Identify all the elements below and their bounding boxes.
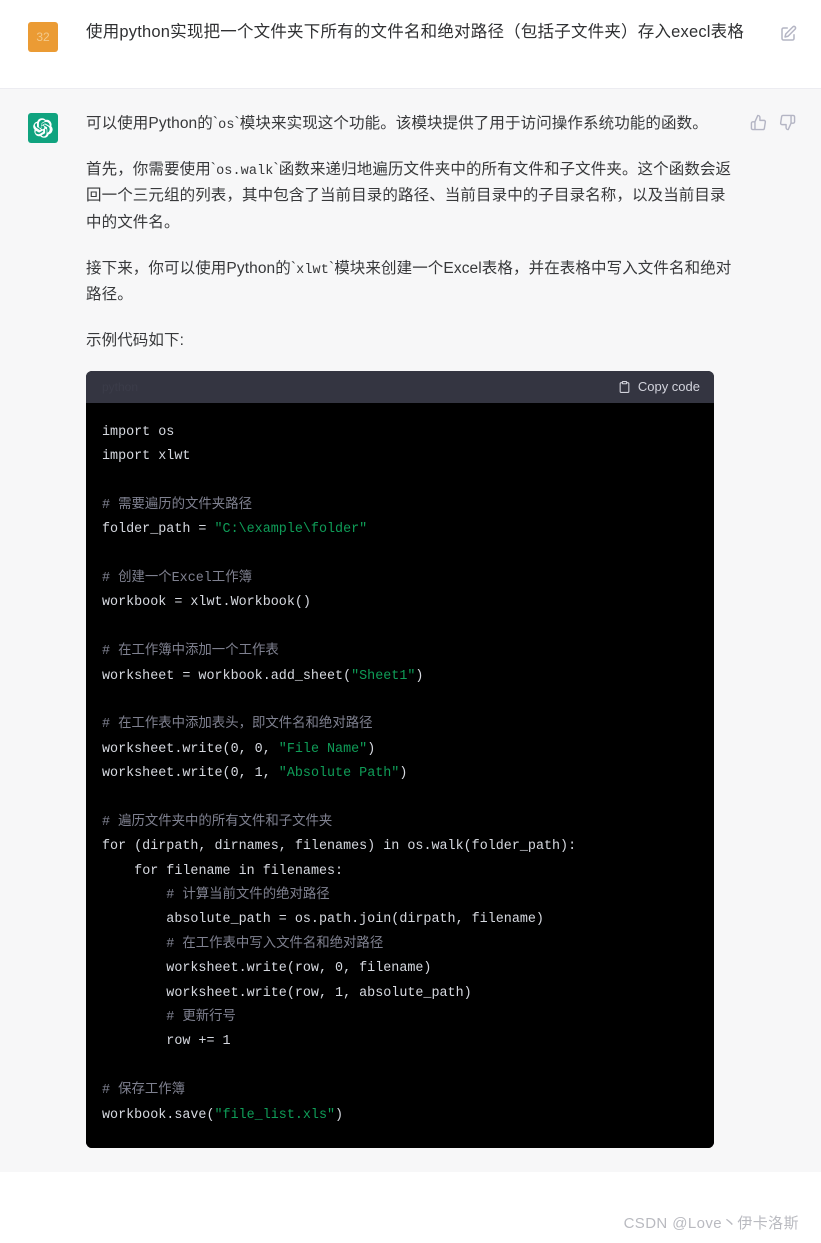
code-token: worksheet.write(0, 1, <box>102 766 279 782</box>
code-token: filenames: <box>254 863 344 879</box>
code-token: # 更新行号 <box>102 1009 236 1025</box>
code-block-header: python Copy code <box>86 370 714 403</box>
code-token: worksheet.write(row, 1, absolute_path) <box>102 985 472 1001</box>
code-token: worksheet = workbook.add_sheet( <box>102 668 352 684</box>
code-token: "File Name" <box>278 741 368 757</box>
assistant-message-row: 可以使用Python的`os`模块来实现这个功能。该模块提供了用于访问操作系统功… <box>0 88 821 1172</box>
code-token: folder_path = <box>102 522 215 538</box>
code-token: # 保存工作簿 <box>102 1083 186 1099</box>
assistant-paragraph: 示例代码如下: <box>86 331 185 349</box>
code-token: absolute_path = os.path.join(dirpath, fi… <box>102 912 544 928</box>
copy-code-label: Copy code <box>637 379 700 395</box>
csdn-watermark: CSDN @Love丶伊卡洛斯 <box>623 1215 799 1232</box>
thumbs-down-icon[interactable] <box>779 114 797 132</box>
assistant-message-actions <box>750 114 797 132</box>
assistant-message-body: 可以使用Python的`os`模块来实现这个功能。该模块提供了用于访问操作系统功… <box>86 111 736 1148</box>
code-token: workbook.save( <box>102 1107 215 1123</box>
code-token: (dirpath, dirnames, filenames) <box>126 839 384 855</box>
clipboard-icon <box>618 380 631 394</box>
code-token: xlwt <box>150 448 191 464</box>
code-token: workbook = xlwt.Workbook() <box>102 595 311 611</box>
code-token: # 遍历文件夹中的所有文件和子文件夹 <box>102 814 333 830</box>
user-message-actions <box>779 25 797 43</box>
code-token: # 计算当前文件的绝对路径 <box>102 888 330 904</box>
code-token: import <box>102 448 151 464</box>
code-token: worksheet.write(row, 0, filename) <box>102 961 432 977</box>
code-token: row += 1 <box>102 1034 231 1050</box>
assistant-paragraph: 接下来，你可以使用Python的`xlwt`模块来创建一个Excel表格，并在表… <box>86 259 732 304</box>
user-message-text: 使用python实现把一个文件夹下所有的文件名和绝对路径（包括子文件夹）存入ex… <box>86 23 745 41</box>
code-token: import <box>102 424 151 440</box>
code-token: os.walk(folder_path): <box>399 839 577 855</box>
code-token: "C:\example\folder" <box>214 522 368 538</box>
inline-code: xlwt <box>296 262 329 278</box>
code-token: for <box>102 839 127 855</box>
code-token: ) <box>399 766 408 782</box>
code-block-content: import os import xlwt # 需要遍历的文件夹路径 folde… <box>86 402 714 1148</box>
copy-code-button[interactable]: Copy code <box>618 379 700 394</box>
user-message-body: 使用python实现把一个文件夹下所有的文件名和绝对路径（包括子文件夹）存入ex… <box>86 20 765 45</box>
code-token: ) <box>415 668 424 684</box>
code-token: ) <box>367 741 376 757</box>
user-avatar-label: 32 <box>36 30 50 44</box>
code-token: # 在工作表中写入文件名和绝对路径 <box>102 936 384 952</box>
code-token: # 需要遍历的文件夹路径 <box>102 497 252 513</box>
thumbs-up-icon[interactable] <box>750 114 768 132</box>
inline-code: os.walk <box>216 163 274 179</box>
assistant-paragraph: 可以使用Python的`os`模块来实现这个功能。该模块提供了用于访问操作系统功… <box>86 115 708 133</box>
code-token: filename <box>158 863 239 879</box>
code-language-label: python <box>102 379 139 394</box>
code-token: "Sheet1" <box>351 668 416 684</box>
code-token: # 在工作表中添加表头，即文件名和绝对路径 <box>102 717 373 733</box>
code-token: in <box>238 863 255 879</box>
code-token: ) <box>335 1107 344 1123</box>
assistant-paragraphs: 可以使用Python的`os`模块来实现这个功能。该模块提供了用于访问操作系统功… <box>86 111 736 355</box>
code-token: # 在工作簿中添加一个工作表 <box>102 644 279 660</box>
code-token: "file_list.xls" <box>214 1107 336 1123</box>
code-token: in <box>383 839 400 855</box>
assistant-avatar <box>28 113 58 143</box>
inline-code: os <box>218 118 235 133</box>
code-token: worksheet.write(0, 0, <box>102 741 279 757</box>
code-token: "Absolute Path" <box>278 766 400 782</box>
code-token: # 创建一个Excel工作簿 <box>102 570 252 586</box>
assistant-paragraph: 首先，你需要使用`os.walk`函数来递归地遍历文件夹中的所有文件和子文件夹。… <box>86 160 732 231</box>
user-message-row: 32 使用python实现把一个文件夹下所有的文件名和绝对路径（包括子文件夹）存… <box>0 0 821 88</box>
code-block: python Copy code import os import xlwt #… <box>86 370 714 1148</box>
user-avatar: 32 <box>28 22 58 52</box>
code-token: for <box>134 863 159 879</box>
openai-logo-icon <box>33 118 53 138</box>
edit-square-icon[interactable] <box>779 25 797 43</box>
code-token: os <box>150 424 175 440</box>
